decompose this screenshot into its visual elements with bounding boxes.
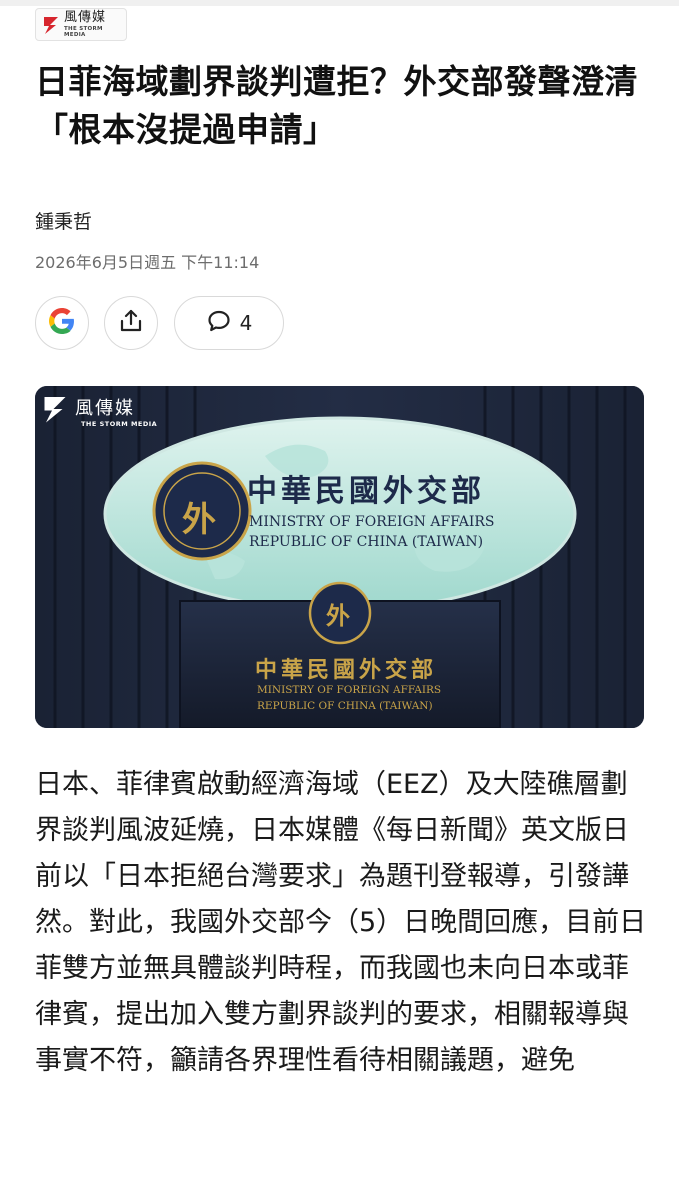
source-name-en: THE STORM MEDIA [64,26,103,38]
hero-watermark-zh: 風傳媒 [75,398,135,419]
article-date: 2026年6月5日週五 下午11:14 [35,253,260,272]
podium-title-zh: 中華民國外交部 [255,657,438,683]
share-icon [118,308,144,338]
hero-image[interactable]: 風傳媒 THE STORM MEDIA 中華民國外交部 MINISTRY OF … [35,386,644,728]
comments-button[interactable]: 4 [174,296,284,350]
storm-media-logo-icon [42,15,60,35]
article-author[interactable]: 鍾秉哲 [35,207,92,234]
article-title: 日菲海域劃界談判遭拒？外交部發聲澄清「根本沒提過申請」 [35,62,638,149]
storm-media-watermark-icon [44,397,66,423]
comment-icon [206,308,232,338]
article-body: 日本、菲律賓啟動經濟海域（EEZ）及大陸礁層劃界談判風波延燒，日本媒體《每日新聞… [35,769,647,1076]
source-name: 風傳媒 [64,10,107,25]
sign-title-en-2: REPUBLIC OF CHINA (TAIWAN) [249,534,484,550]
podium-title-en-2: REPUBLIC OF CHINA (TAIWAN) [257,700,433,712]
top-status-strip [0,0,679,6]
hero-watermark-en: THE STORM MEDIA [81,420,158,428]
emblem-char: 外 [182,500,216,540]
google-icon [49,308,75,338]
comment-count: 4 [239,311,253,335]
share-button[interactable] [104,296,158,350]
podium-title-en-1: MINISTRY OF FOREIGN AFFAIRS [257,684,442,696]
source-logo[interactable]: 風傳媒 THE STORM MEDIA [35,8,127,41]
sign-title-zh: 中華民國外交部 [247,474,485,509]
sign-title-en-1: MINISTRY OF FOREIGN AFFAIRS [249,514,495,530]
google-button[interactable] [35,296,89,350]
podium-emblem-char: 外 [326,601,350,630]
hero-watermark: 風傳媒 THE STORM MEDIA [41,394,157,428]
